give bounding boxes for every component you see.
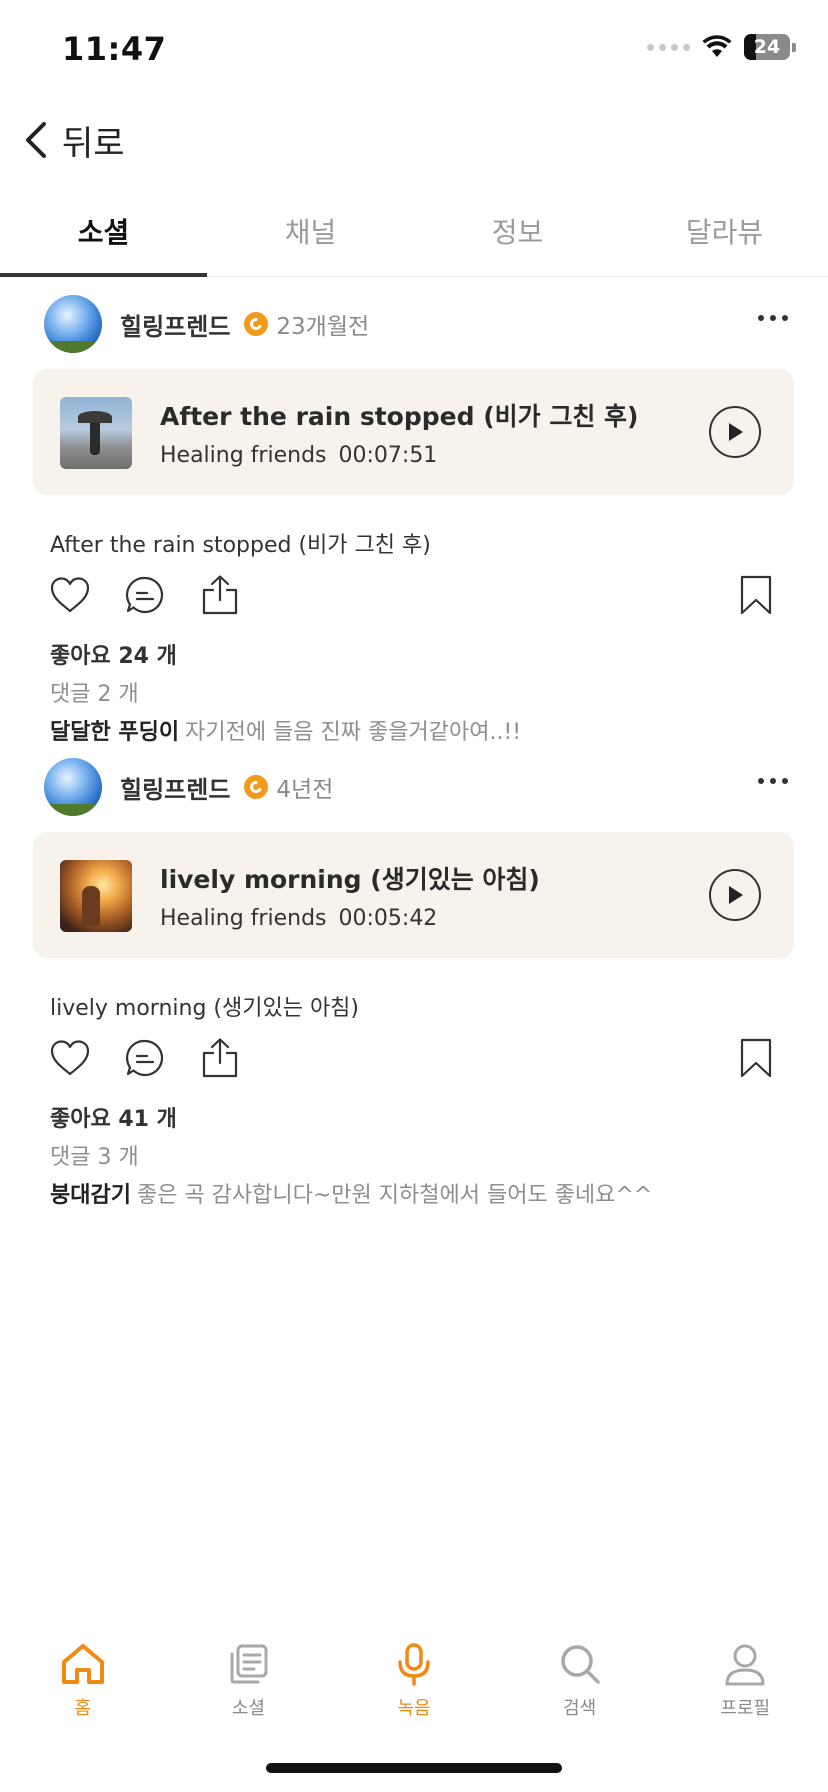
track-thumbnail: [60, 397, 132, 469]
microphone-icon: [398, 1643, 430, 1686]
post-author[interactable]: 힐링프렌드: [120, 770, 230, 805]
comment-bubble-icon: [125, 1039, 164, 1077]
play-button[interactable]: [709, 869, 761, 921]
heart-icon: [50, 1040, 90, 1076]
play-button[interactable]: [709, 406, 761, 458]
status-indicators: 24: [647, 34, 796, 60]
bookmark-icon: [740, 575, 772, 615]
status-time: 11:47: [62, 30, 167, 68]
comments-count[interactable]: 댓글 3 개: [50, 1139, 139, 1171]
comments-count[interactable]: 댓글 2 개: [50, 676, 139, 708]
bookmark-button[interactable]: [734, 573, 778, 617]
nav-profile[interactable]: 프로필: [662, 1630, 828, 1740]
nav-label: 검색: [563, 1698, 597, 1719]
post-caption: After the rain stopped (비가 그친 후): [50, 533, 431, 558]
wifi-icon: [702, 35, 732, 57]
nav-search[interactable]: 검색: [497, 1630, 663, 1740]
track-artist: Healing friends: [160, 906, 327, 931]
nav-label: 녹음: [397, 1698, 431, 1719]
comment-text: 좋은 곡 감사합니다~만원 지하철에서 들어도 좋네요^^: [136, 1183, 653, 1208]
track-artist: Healing friends: [160, 443, 327, 468]
comment-button[interactable]: [123, 1036, 167, 1080]
track-title: lively morning (생기있는 아침): [160, 865, 540, 894]
play-icon: [729, 423, 743, 441]
comment-bubble-icon: [125, 576, 164, 614]
search-icon: [560, 1645, 600, 1684]
post-time: 4년전: [276, 777, 334, 803]
comment-author: 붕대감기: [50, 1183, 131, 1208]
back-button[interactable]: 뒤로: [20, 112, 125, 168]
home-icon: [61, 1644, 104, 1684]
more-options-icon[interactable]: [758, 315, 788, 321]
track-meta: Healing friends 00:07:51: [160, 443, 660, 468]
play-icon: [729, 886, 743, 904]
track-duration: 00:07:51: [338, 443, 438, 468]
moon-badge-icon: [244, 775, 269, 799]
track-card[interactable]: lively morning (생기있는 아침) Healing friends…: [33, 832, 794, 958]
share-button[interactable]: [198, 573, 242, 617]
heart-icon: [50, 577, 90, 613]
moon-badge-icon: [244, 312, 269, 336]
track-info: After the rain stopped (비가 그친 후) Healing…: [160, 397, 660, 468]
share-button[interactable]: [198, 1036, 242, 1080]
post-author[interactable]: 힐링프렌드: [120, 307, 230, 342]
track-thumbnail: [60, 860, 132, 932]
likes-count[interactable]: 좋아요 41 개: [50, 1101, 177, 1133]
post-actions: [48, 1036, 778, 1080]
track-title: After the rain stopped (비가 그친 후): [160, 402, 639, 431]
tab-channel[interactable]: 채널: [207, 195, 414, 276]
track-duration: 00:05:42: [338, 906, 438, 931]
comment-text: 자기전에 들음 진짜 좋을거같아여..!!: [185, 720, 522, 745]
nav-label: 프로필: [720, 1698, 771, 1719]
post-time: 23개월전: [276, 314, 370, 340]
track-info: lively morning (생기있는 아침) Healing friends…: [160, 860, 660, 931]
tab-dallaview[interactable]: 달라뷰: [621, 195, 828, 276]
avatar[interactable]: [44, 758, 102, 816]
home-indicator[interactable]: [266, 1763, 562, 1773]
top-comment[interactable]: 달달한 푸딩이 자기전에 들음 진짜 좋을거같아여..!!: [50, 714, 521, 746]
battery-icon: 24: [744, 34, 790, 60]
back-label: 뒤로: [62, 123, 125, 164]
tab-info[interactable]: 정보: [414, 195, 621, 276]
post-actions: [48, 573, 778, 617]
social-feed-icon: [230, 1644, 268, 1684]
bookmark-icon: [740, 1038, 772, 1078]
comment-button[interactable]: [123, 573, 167, 617]
tab-bar: 소셜 채널 정보 달라뷰: [0, 195, 828, 277]
post-caption: lively morning (생기있는 아침): [50, 996, 360, 1021]
more-options-icon[interactable]: [758, 778, 788, 784]
like-button[interactable]: [48, 573, 92, 617]
nav-home[interactable]: 홈: [0, 1630, 166, 1740]
comment-author: 달달한 푸딩이: [50, 720, 180, 745]
post-header: 힐링프렌드 23개월전: [44, 295, 794, 353]
share-icon: [202, 1038, 238, 1078]
likes-count[interactable]: 좋아요 24 개: [50, 638, 177, 670]
nav-social[interactable]: 소셜: [166, 1630, 332, 1740]
bottom-nav: 홈 소셜 녹음 검색 프로필: [0, 1630, 828, 1740]
tab-social[interactable]: 소셜: [0, 195, 207, 277]
post-header: 힐링프렌드 4년전: [44, 758, 794, 816]
share-icon: [202, 575, 238, 615]
status-bar: 11:47 24: [0, 0, 828, 100]
top-comment[interactable]: 붕대감기 좋은 곡 감사합니다~만원 지하철에서 들어도 좋네요^^: [50, 1177, 652, 1209]
profile-icon: [725, 1644, 765, 1686]
chevron-left-icon: [26, 122, 46, 158]
track-card[interactable]: After the rain stopped (비가 그친 후) Healing…: [33, 369, 794, 495]
cellular-signal-icon: [647, 43, 690, 51]
avatar[interactable]: [44, 295, 102, 353]
bookmark-button[interactable]: [734, 1036, 778, 1080]
battery-percentage: 24: [753, 36, 781, 58]
nav-label: 소셜: [231, 1698, 265, 1719]
like-button[interactable]: [48, 1036, 92, 1080]
track-meta: Healing friends 00:05:42: [160, 906, 660, 931]
nav-record[interactable]: 녹음: [331, 1630, 497, 1740]
nav-label: 홈: [74, 1698, 92, 1719]
